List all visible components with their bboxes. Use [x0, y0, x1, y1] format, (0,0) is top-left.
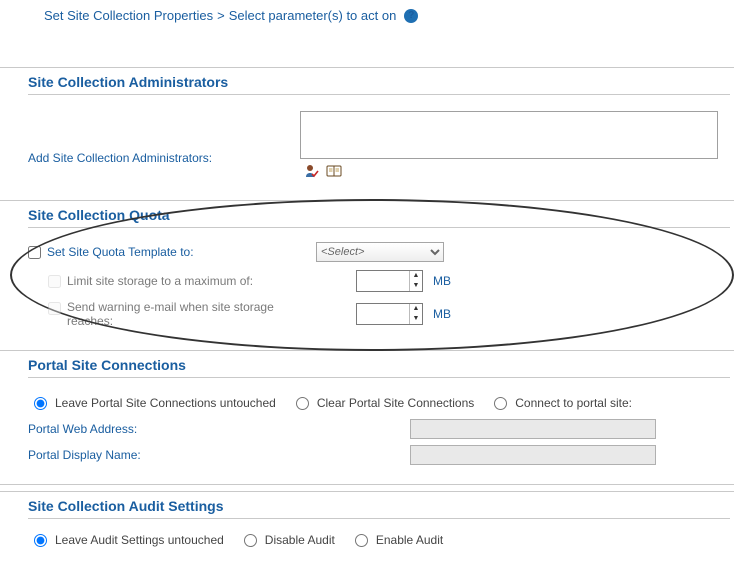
portal-opt-clear[interactable]: Clear Portal Site Connections	[296, 396, 474, 410]
portal-connect-radio[interactable]	[494, 397, 507, 410]
audit-opt-enable[interactable]: Enable Audit	[355, 533, 443, 547]
breadcrumb-item-1[interactable]: Set Site Collection Properties	[44, 8, 213, 23]
limit-storage-spinner[interactable]: ▲ ▼	[356, 270, 423, 292]
section-portal-title: Portal Site Connections	[28, 351, 730, 378]
portal-opt-leave[interactable]: Leave Portal Site Connections untouched	[34, 396, 276, 410]
section-audit: Site Collection Audit Settings Leave Aud…	[28, 492, 734, 553]
spin-up-icon[interactable]: ▲	[410, 304, 422, 314]
audit-opt-disable[interactable]: Disable Audit	[244, 533, 335, 547]
set-quota-template-label: Set Site Quota Template to:	[47, 245, 194, 259]
portal-web-input[interactable]	[410, 419, 656, 439]
warning-input[interactable]	[357, 304, 409, 324]
portal-clear-radio[interactable]	[296, 397, 309, 410]
section-admins: Site Collection Administrators Add Site …	[28, 68, 734, 200]
portal-leave-radio[interactable]	[34, 397, 47, 410]
audit-opt-leave[interactable]: Leave Audit Settings untouched	[34, 533, 224, 547]
section-admins-title: Site Collection Administrators	[28, 68, 730, 95]
browse-book-icon[interactable]	[326, 163, 342, 182]
portal-connect-label: Connect to portal site:	[515, 396, 632, 410]
audit-enable-label: Enable Audit	[376, 533, 443, 547]
portal-opt-connect[interactable]: Connect to portal site:	[494, 396, 632, 410]
set-quota-template-checkbox[interactable]	[28, 246, 41, 259]
limit-storage-checkbox[interactable]	[48, 275, 61, 288]
audit-radio-group: Leave Audit Settings untouched Disable A…	[28, 525, 730, 553]
audit-leave-radio[interactable]	[34, 534, 47, 547]
audit-leave-label: Leave Audit Settings untouched	[55, 533, 224, 547]
breadcrumb-sep: >	[217, 8, 225, 23]
warning-email-checkbox[interactable]	[48, 302, 61, 315]
check-names-icon[interactable]	[304, 163, 320, 182]
limit-storage-unit: MB	[433, 274, 451, 288]
admins-input[interactable]	[300, 111, 718, 159]
section-quota-title: Site Collection Quota	[28, 201, 730, 228]
portal-leave-label: Leave Portal Site Connections untouched	[55, 396, 276, 410]
breadcrumb: Set Site Collection Properties > Select …	[0, 4, 734, 23]
add-admins-label: Add Site Collection Administrators:	[28, 111, 280, 165]
section-portal: Portal Site Connections Leave Portal Sit…	[28, 351, 734, 478]
help-icon[interactable]: ?	[404, 9, 418, 23]
portal-radio-group: Leave Portal Site Connections untouched …	[28, 388, 730, 416]
portal-web-label: Portal Web Address:	[28, 422, 410, 436]
portal-name-input[interactable]	[410, 445, 656, 465]
portal-name-label: Portal Display Name:	[28, 448, 410, 462]
limit-storage-label: Limit site storage to a maximum of:	[67, 274, 253, 288]
audit-disable-label: Disable Audit	[265, 533, 335, 547]
audit-disable-radio[interactable]	[244, 534, 257, 547]
spin-up-icon[interactable]: ▲	[410, 271, 422, 281]
section-audit-title: Site Collection Audit Settings	[28, 492, 730, 519]
portal-clear-label: Clear Portal Site Connections	[317, 396, 474, 410]
warning-spinner[interactable]: ▲ ▼	[356, 303, 423, 325]
section-quota: Site Collection Quota Set Site Quota Tem…	[28, 201, 734, 350]
limit-storage-input[interactable]	[357, 271, 409, 291]
spin-down-icon[interactable]: ▼	[410, 314, 422, 324]
quota-template-select[interactable]: <Select>	[316, 242, 444, 262]
spin-down-icon[interactable]: ▼	[410, 281, 422, 291]
warning-email-label: Send warning e-mail when site storage re…	[67, 300, 277, 328]
audit-enable-radio[interactable]	[355, 534, 368, 547]
breadcrumb-item-2: Select parameter(s) to act on	[229, 8, 397, 23]
warning-unit: MB	[433, 307, 451, 321]
